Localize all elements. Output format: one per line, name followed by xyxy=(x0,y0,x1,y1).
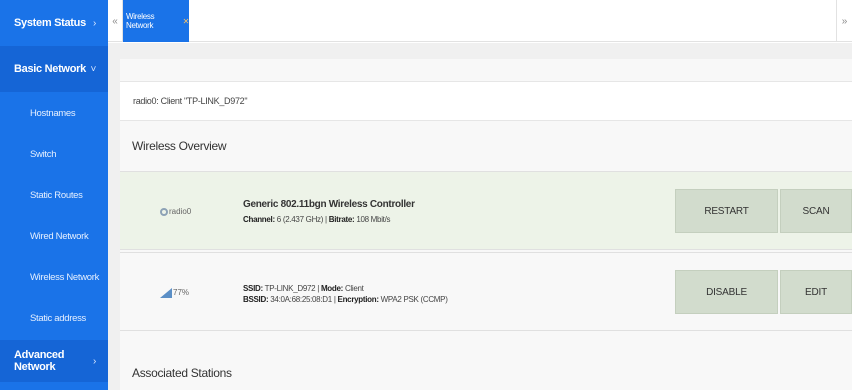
sidebar-item-wireless-network[interactable]: Wireless Network xyxy=(0,257,108,297)
tab-strip: « Wireless Network ✕ » xyxy=(108,0,852,42)
radio-icon xyxy=(160,207,168,216)
close-icon[interactable]: ✕ xyxy=(183,17,190,26)
encryption-label: Encryption: xyxy=(337,294,379,304)
ssid-line: SSID: TP-LINK_D972 | Mode: Client xyxy=(243,284,448,293)
edit-button[interactable]: EDIT xyxy=(780,270,852,314)
content-panel: radio0: Client "TP-LINK_D972" Wireless O… xyxy=(120,59,852,390)
tab-label: Wireless Network xyxy=(126,12,155,30)
controller-details: Channel: 6 (2.437 GHz) | Bitrate: 108 Mb… xyxy=(243,215,415,224)
sidebar-item-label: Basic Network xyxy=(14,63,86,75)
bitrate-label: Bitrate: xyxy=(328,215,355,224)
sidebar-item-switch[interactable]: Switch xyxy=(0,134,108,174)
tab-scroll-left-button[interactable]: « xyxy=(108,0,123,42)
sidebar-item-advanced-network[interactable]: Advanced Network › xyxy=(0,340,108,382)
sidebar-item-label: Wireless Network xyxy=(30,271,100,283)
sidebar-item-hostnames[interactable]: Hostnames xyxy=(0,93,108,133)
radio-icon-label: radio0 xyxy=(169,207,192,216)
sidebar: System Status › Basic Network ˅ Hostname… xyxy=(0,0,108,390)
wireless-network-row: 77% SSID: TP-LINK_D972 | Mode: Client BS… xyxy=(120,252,852,331)
channel-label: Channel: xyxy=(243,215,275,224)
signal-percent: 77% xyxy=(173,288,190,297)
controller-title: Generic 802.11bgn Wireless Controller xyxy=(243,199,415,210)
separator: | xyxy=(317,283,319,293)
main-content: radio0: Client "TP-LINK_D972" Wireless O… xyxy=(108,43,852,390)
signal-strength-icon xyxy=(160,287,172,298)
sidebar-item-static-routes[interactable]: Static Routes xyxy=(0,175,108,215)
mode-label: Mode: xyxy=(320,283,343,293)
encryption-value: WPA2 PSK (CCMP) xyxy=(380,294,448,304)
scan-button[interactable]: SCAN xyxy=(780,189,852,233)
separator: | xyxy=(333,294,336,304)
network-info: SSID: TP-LINK_D972 | Mode: Client BSSID:… xyxy=(243,253,448,332)
sidebar-item-label: Wired Network xyxy=(30,230,89,242)
client-info-bar: radio0: Client "TP-LINK_D972" xyxy=(120,81,852,121)
bssid-label: BSSID: xyxy=(243,294,269,304)
ssid-label: SSID: xyxy=(243,283,263,293)
sidebar-item-label: Switch xyxy=(30,148,57,160)
sidebar-item-label: Static address xyxy=(30,312,86,324)
sidebar-item-label: Hostnames xyxy=(30,107,76,119)
associated-stations-title: Associated Stations xyxy=(132,366,232,380)
restart-button[interactable]: RESTART xyxy=(675,189,778,233)
sidebar-item-static-address[interactable]: Static address xyxy=(0,298,108,338)
radio-cell: radio0 xyxy=(160,172,191,251)
mode-value: Client xyxy=(344,283,364,293)
bssid-line: BSSID: 34:0A:68:25:08:D1 | Encryption: W… xyxy=(243,295,448,304)
wireless-overview-title: Wireless Overview xyxy=(132,139,227,153)
tab-wireless-network[interactable]: Wireless Network ✕ xyxy=(123,0,189,42)
ssid-value: TP-LINK_D972 xyxy=(264,283,316,293)
sidebar-item-label: Static Routes xyxy=(30,189,83,201)
sidebar-item-basic-network[interactable]: Basic Network ˅ xyxy=(0,46,108,92)
sidebar-item-system-status[interactable]: System Status › xyxy=(0,0,108,46)
channel-value: 6 (2.437 GHz) xyxy=(276,215,324,224)
chevron-right-icon: › xyxy=(92,355,96,367)
chevron-right-icon: › xyxy=(92,17,96,29)
controller-info: Generic 802.11bgn Wireless Controller Ch… xyxy=(243,172,415,251)
chevron-down-icon: ˅ xyxy=(90,63,96,75)
sidebar-item-wired-network[interactable]: Wired Network xyxy=(0,216,108,256)
bitrate-value: 108 Mbit/s xyxy=(356,215,391,224)
signal-cell: 77% xyxy=(160,253,189,332)
sidebar-item-label: System Status xyxy=(14,17,86,29)
bssid-value: 34:0A:68:25:08:D1 xyxy=(270,294,332,304)
client-line: radio0: Client "TP-LINK_D972" xyxy=(133,96,248,106)
tab-scroll-right-button[interactable]: » xyxy=(836,0,852,42)
disable-button[interactable]: DISABLE xyxy=(675,270,778,314)
wireless-controller-row: radio0 Generic 802.11bgn Wireless Contro… xyxy=(120,171,852,250)
separator: | xyxy=(325,215,327,224)
